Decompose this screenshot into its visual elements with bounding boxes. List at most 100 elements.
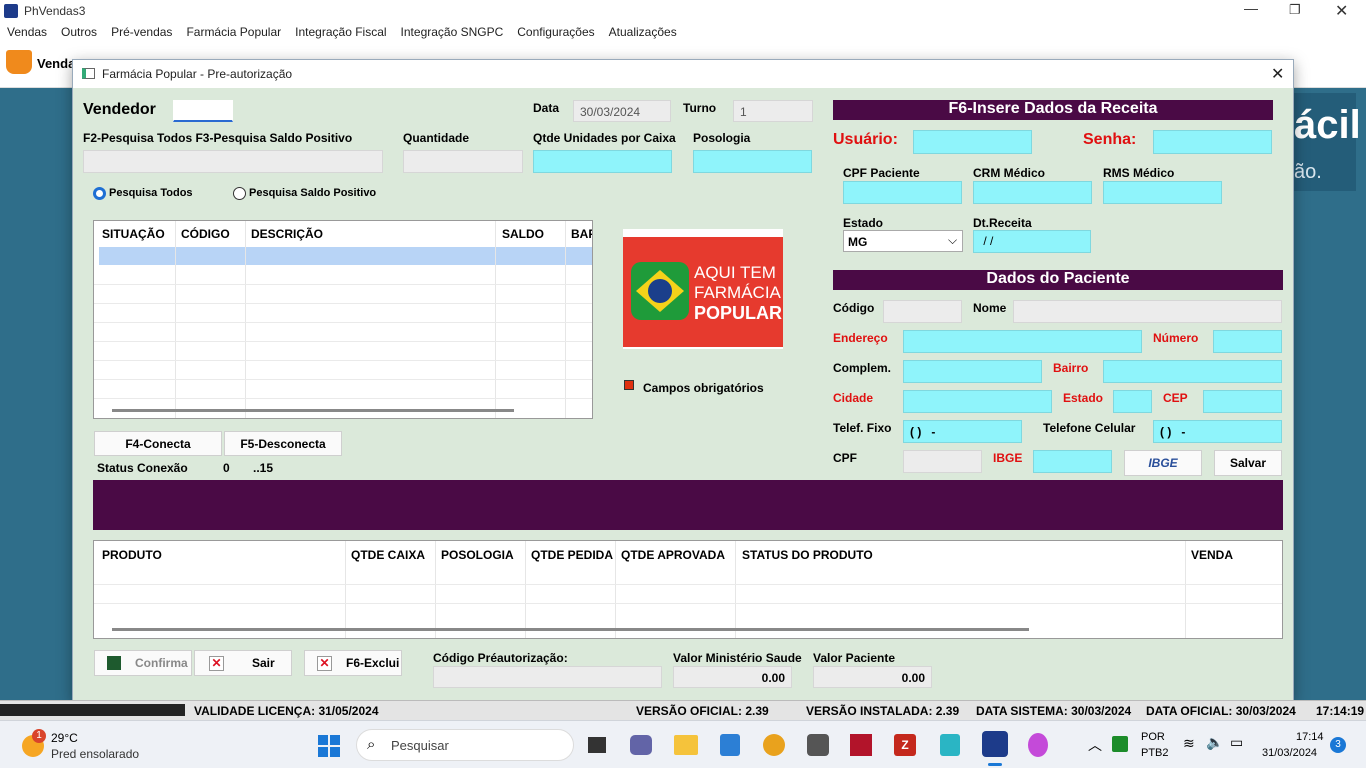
weather-desc: Pred ensolarado — [51, 747, 140, 761]
col-status-produto[interactable]: STATUS DO PRODUTO — [742, 548, 873, 562]
tray-app-icon[interactable] — [1112, 736, 1128, 752]
codigo-preautorizacao-label: Código Préautorização: — [433, 651, 568, 665]
radio-pesquisa-saldo[interactable] — [233, 187, 246, 200]
bairro-input[interactable] — [1103, 360, 1282, 383]
telefone-celular-input[interactable]: ( ) - — [1153, 420, 1282, 443]
clock-date[interactable]: 31/03/2024 — [1262, 747, 1317, 759]
store-icon[interactable] — [720, 734, 740, 756]
windows-start-icon[interactable] — [318, 735, 340, 757]
cpf-field[interactable] — [903, 450, 982, 473]
sair-button[interactable]: ✕ Sair — [194, 650, 292, 676]
status-conexao-label: Status Conexão — [97, 461, 188, 475]
estado-paciente-input[interactable] — [1113, 390, 1152, 413]
confirma-button[interactable]: Confirma — [94, 650, 192, 676]
menu-pre-vendas[interactable]: Pré-vendas — [104, 22, 179, 42]
app-icon-drop[interactable] — [1028, 733, 1048, 757]
minimize-icon[interactable]: — — [1244, 0, 1258, 16]
col-situacao[interactable]: SITUAÇÃO — [102, 227, 165, 241]
app-title: PhVendas3 — [24, 4, 86, 18]
rms-medico-input[interactable] — [1103, 181, 1222, 204]
qtde-caixa-input[interactable] — [533, 150, 672, 173]
col-qtde-caixa[interactable]: QTDE CAIXA — [351, 548, 425, 562]
crm-medico-input[interactable] — [973, 181, 1092, 204]
numero-input[interactable] — [1213, 330, 1282, 353]
endereco-input[interactable] — [903, 330, 1142, 353]
col-codigo[interactable]: CÓDIGO — [181, 227, 230, 241]
col-posologia[interactable]: POSOLOGIA — [441, 548, 514, 562]
radio-pesquisa-todos[interactable] — [93, 187, 106, 200]
language-secondary[interactable]: PTB2 — [1141, 747, 1169, 759]
col-qtde-aprovada[interactable]: QTDE APROVADA — [621, 548, 725, 562]
vpn-icon[interactable] — [763, 734, 785, 756]
dt-receita-input[interactable]: / / — [973, 230, 1091, 253]
col-saldo[interactable]: SALDO — [502, 227, 544, 241]
menu-outros[interactable]: Outros — [54, 22, 104, 42]
conecta-button[interactable]: F4-Conecta — [94, 431, 222, 456]
notification-badge[interactable]: 3 — [1330, 737, 1346, 753]
battery-icon[interactable]: ▭ — [1230, 734, 1243, 751]
teams-icon[interactable] — [630, 735, 652, 755]
close-window-icon[interactable]: ✕ — [1335, 1, 1348, 21]
menu-atualizacoes[interactable]: Atualizações — [602, 22, 684, 42]
usuario-input[interactable] — [913, 130, 1032, 154]
dialog-close-icon[interactable]: ✕ — [1271, 64, 1284, 84]
nome-field[interactable] — [1013, 300, 1282, 323]
senha-input[interactable] — [1153, 130, 1272, 154]
col-descricao[interactable]: DESCRIÇÃO — [251, 227, 323, 241]
app-icon-spy[interactable] — [807, 734, 829, 756]
ibge-input[interactable] — [1033, 450, 1112, 473]
wifi-icon[interactable]: ≋ — [1183, 735, 1195, 752]
cep-input[interactable] — [1203, 390, 1282, 413]
estado-select[interactable]: MG ⌵ — [843, 230, 963, 252]
windows-taskbar: 1 29°C Pred ensolarado ⌕ Pesquisar Z ︿ P… — [0, 720, 1366, 768]
menu-integracao-fiscal[interactable]: Integração Fiscal — [288, 22, 393, 42]
bairro-label: Bairro — [1053, 361, 1089, 375]
menu-integracao-sngpc[interactable]: Integração SNGPC — [394, 22, 511, 42]
show-hidden-icons[interactable]: ︿ — [1088, 735, 1102, 755]
codigo-paciente-label: Código — [833, 301, 875, 315]
products-horizontal-scrollbar[interactable] — [112, 628, 1029, 631]
emsi-icon[interactable] — [850, 734, 872, 756]
language-primary[interactable]: POR — [1141, 731, 1165, 743]
col-baf[interactable]: BAF — [571, 227, 592, 241]
posologia-input[interactable] — [693, 150, 812, 173]
required-indicator-icon — [624, 380, 634, 390]
app-icon-cube[interactable] — [940, 734, 960, 756]
table-row-selected[interactable] — [99, 247, 592, 265]
file-explorer-icon[interactable] — [674, 735, 698, 755]
col-produto[interactable]: PRODUTO — [102, 548, 162, 562]
products-table[interactable]: PRODUTO QTDE CAIXA POSOLOGIA QTDE PEDIDA… — [93, 540, 1283, 639]
cidade-input[interactable] — [903, 390, 1052, 413]
col-venda[interactable]: VENDA — [1191, 548, 1233, 562]
complemento-input[interactable] — [903, 360, 1042, 383]
toolbar-vendas-button[interactable]: Venda — [37, 56, 75, 71]
vendedor-input[interactable] — [173, 100, 233, 122]
telefone-fixo-input[interactable]: ( ) - — [903, 420, 1022, 443]
search-results-table[interactable]: SITUAÇÃO CÓDIGO DESCRIÇÃO SALDO BAF — [93, 220, 593, 419]
clock-time[interactable]: 17:14 — [1296, 731, 1324, 743]
estado-label: Estado — [843, 216, 884, 230]
horizontal-scrollbar[interactable] — [112, 409, 514, 412]
task-view-icon[interactable] — [588, 737, 606, 753]
window-icon — [82, 68, 95, 79]
ibge-button[interactable]: IBGE — [1124, 450, 1202, 476]
phvendas-taskbar-icon[interactable] — [982, 731, 1008, 757]
restore-icon[interactable]: ❐ — [1289, 2, 1301, 18]
filezilla-icon[interactable]: Z — [894, 734, 916, 756]
menu-bar: Vendas Outros Pré-vendas Farmácia Popula… — [0, 22, 1366, 42]
salvar-button[interactable]: Salvar — [1214, 450, 1282, 476]
menu-configuracoes[interactable]: Configurações — [510, 22, 601, 42]
quantidade-input[interactable] — [403, 150, 523, 173]
paciente-section-header: Dados do Paciente — [833, 270, 1283, 290]
cpf-paciente-input[interactable] — [843, 181, 962, 204]
exclui-button[interactable]: ✕ F6-Exclui — [304, 650, 402, 676]
validade-licenca: VALIDADE LICENÇA: 31/05/2024 — [194, 704, 379, 718]
search-product-input[interactable] — [83, 150, 383, 173]
desconecta-button[interactable]: F5-Desconecta — [224, 431, 342, 456]
col-qtde-pedida[interactable]: QTDE PEDIDA — [531, 548, 613, 562]
volume-icon[interactable]: 🔈 — [1206, 734, 1223, 751]
status-time: 17:14:19 — [1316, 704, 1365, 718]
menu-farmacia-popular[interactable]: Farmácia Popular — [179, 22, 288, 42]
taskbar-search[interactable]: ⌕ Pesquisar — [356, 729, 574, 761]
menu-vendas[interactable]: Vendas — [0, 22, 54, 42]
